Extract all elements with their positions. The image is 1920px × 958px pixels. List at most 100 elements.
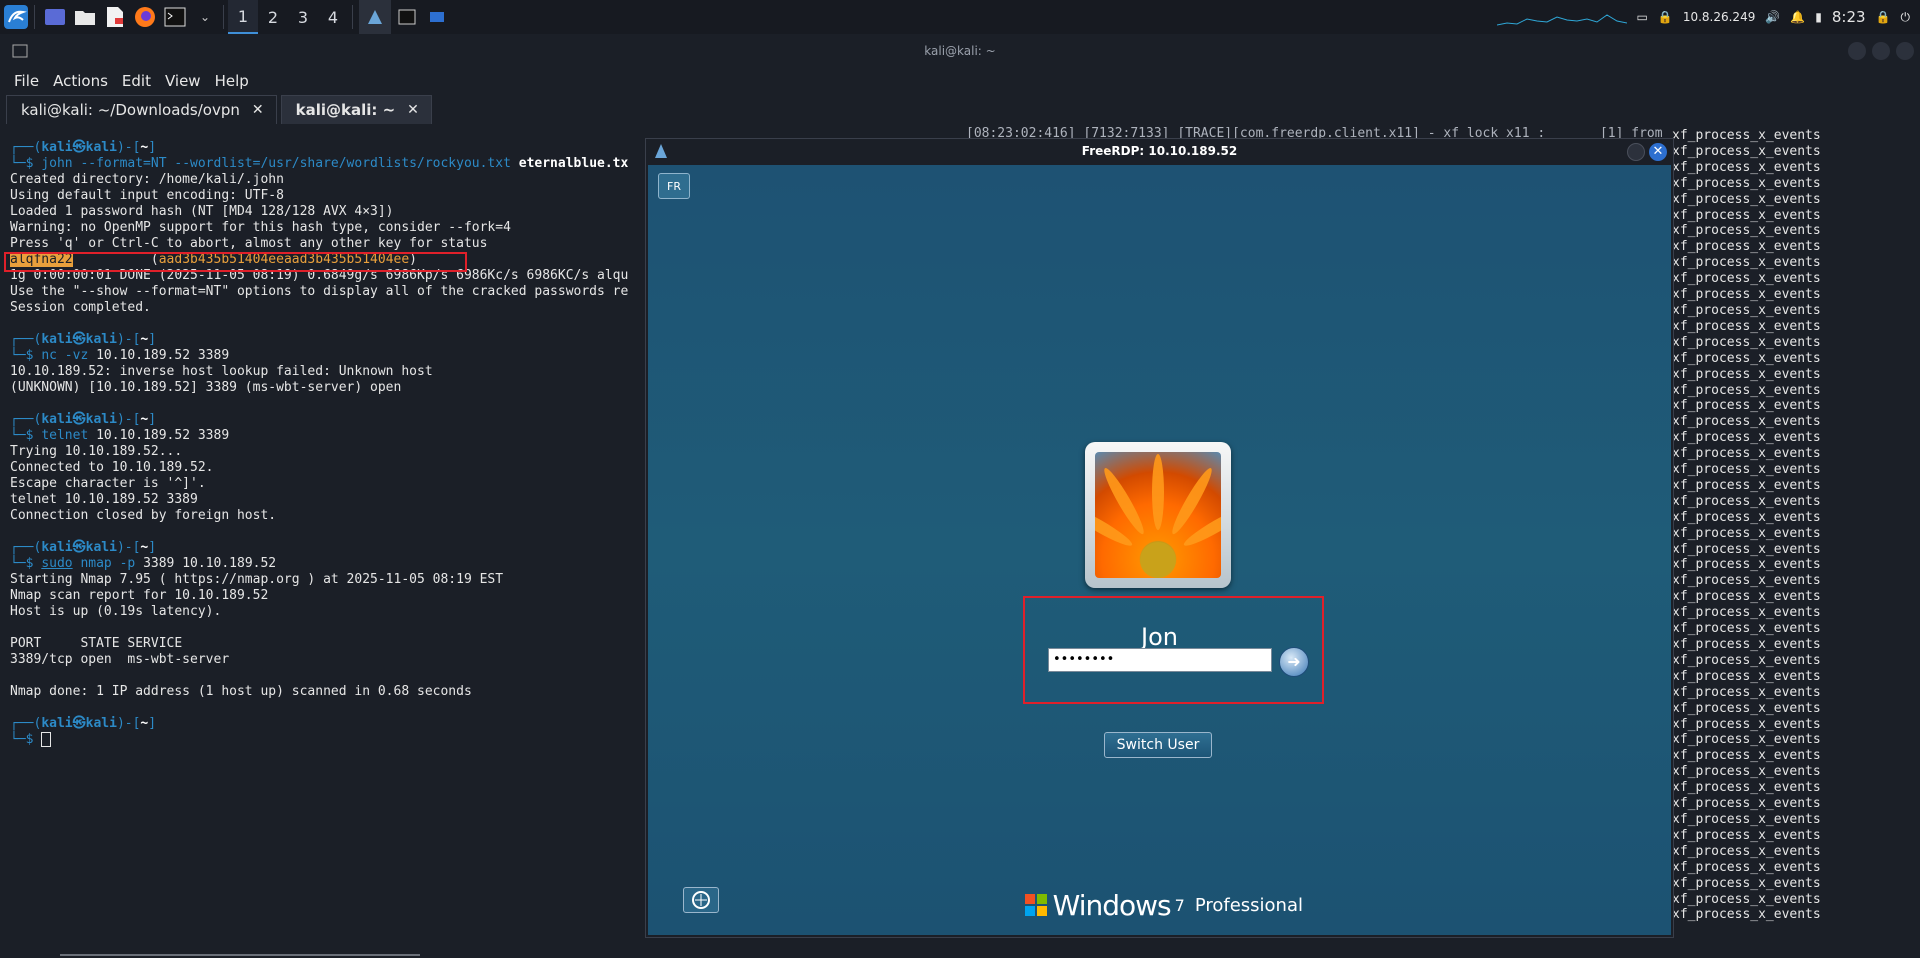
output-line: Nmap scan report for 10.10.189.52 — [10, 588, 269, 603]
event-log-line: xf_process_x_events — [1672, 350, 1821, 366]
freerdp-window: FreeRDP: 10.10.189.52 ✕ FR Jon •••••••• … — [645, 138, 1674, 938]
vpn-lock-icon[interactable]: 🔒 — [1658, 10, 1673, 24]
rdp-task-icon[interactable] — [423, 3, 451, 31]
tab-home[interactable]: kali@kali: ~ ✕ — [280, 95, 432, 124]
event-log-line: xf_process_x_events — [1672, 446, 1821, 462]
text-editor-icon[interactable] — [101, 3, 129, 31]
flower-picture — [1095, 452, 1221, 578]
lock-screen-icon[interactable]: 🔒 — [1876, 10, 1891, 24]
workspace-3[interactable]: 3 — [288, 0, 318, 34]
output-line: Session completed. — [10, 300, 151, 315]
ease-of-access-icon[interactable] — [683, 887, 719, 913]
user-avatar — [1085, 442, 1231, 588]
terminal-task-icon[interactable] — [393, 3, 421, 31]
prompt-dollar: └─$ — [10, 348, 42, 363]
tab-ovpn[interactable]: kali@kali: ~/Downloads/ovpn ✕ — [6, 95, 277, 124]
event-log-line: xf_process_x_events — [1672, 287, 1821, 303]
command-text: nc -vz — [41, 348, 97, 363]
freerdp-task-icon[interactable] — [359, 0, 391, 34]
switch-user-button[interactable]: Switch User — [1104, 732, 1212, 758]
event-log-line: xf_process_x_events — [1672, 907, 1821, 923]
menu-bar: File Actions Edit View Help — [0, 68, 1920, 94]
event-log: xf_process_x_events xf_process_x_events xf… — [1672, 128, 1821, 923]
remote-desktop[interactable]: FR Jon •••••••• ➜ Switch User Windows 7 … — [648, 165, 1671, 935]
terminal-icon[interactable] — [161, 3, 189, 31]
event-log-line: xf_process_x_events — [1672, 255, 1821, 271]
output-line: Press 'q' or Ctrl-C to abort, almost any… — [10, 236, 488, 251]
desktop-icon[interactable] — [41, 3, 69, 31]
event-log-line: xf_process_x_events — [1672, 398, 1821, 414]
workspace-4[interactable]: 4 — [318, 0, 348, 34]
menu-actions[interactable]: Actions — [47, 72, 116, 90]
event-log-line: xf_process_x_events — [1672, 191, 1821, 207]
close-button[interactable] — [1896, 42, 1914, 60]
file-manager-icon[interactable] — [71, 3, 99, 31]
menu-edit[interactable]: Edit — [116, 72, 159, 90]
prompt-frame: )-[ — [116, 332, 141, 347]
menu-view[interactable]: View — [159, 72, 209, 90]
freerdp-titlebar[interactable]: FreeRDP: 10.10.189.52 ✕ — [646, 139, 1673, 163]
power-icon[interactable]: ⏻ — [1901, 10, 1911, 25]
prompt-frame: ] — [148, 140, 157, 155]
battery-icon[interactable]: ▮ — [1815, 10, 1822, 24]
minimize-button[interactable] — [1848, 42, 1866, 60]
prompt-user: kali㉿kali — [41, 332, 117, 347]
prompt-frame: ] — [148, 332, 157, 347]
event-log-line: xf_process_x_events — [1672, 700, 1821, 716]
monitor-icon[interactable]: ▭ — [1637, 10, 1648, 24]
output-line: 3389/tcp open ms-wbt-server — [10, 652, 230, 667]
prompt-frame: )-[ — [116, 716, 141, 731]
prompt-frame: ┌──( — [10, 412, 42, 427]
windows-wordmark: Windows — [1052, 888, 1172, 922]
event-log-line: xf_process_x_events — [1672, 143, 1821, 159]
maximize-button[interactable] — [1872, 42, 1890, 60]
prompt-user: kali㉿kali — [41, 716, 117, 731]
command-sudo: sudo — [41, 556, 73, 571]
event-log-line: xf_process_x_events — [1672, 859, 1821, 875]
minimize-button[interactable] — [1627, 143, 1645, 161]
command-args: 10.10.189.52 3389 — [96, 428, 230, 443]
event-log-line: xf_process_x_events — [1672, 811, 1821, 827]
terminal-title: kali@kali: ~ — [924, 44, 996, 58]
output-line: Use the "--show --format=NT" options to … — [10, 284, 629, 299]
workspace-2[interactable]: 2 — [258, 0, 288, 34]
keyboard-layout-indicator[interactable]: FR — [658, 173, 690, 199]
terminal-window-icon — [12, 44, 28, 61]
output-line: (UNKNOWN) [10.10.189.52] 3389 (ms-wbt-se… — [10, 380, 402, 395]
event-log-line: xf_process_x_events — [1672, 239, 1821, 255]
firefox-icon[interactable] — [131, 3, 159, 31]
prompt-frame: )-[ — [116, 140, 141, 155]
close-tab-icon[interactable]: ✕ — [407, 102, 419, 118]
command-text: nmap -p — [72, 556, 144, 571]
workspace-1[interactable]: 1 — [228, 0, 258, 34]
event-log-line: xf_process_x_events — [1672, 827, 1821, 843]
prompt-frame: ┌──( — [10, 140, 42, 155]
event-log-line: xf_process_x_events — [1672, 605, 1821, 621]
prompt-dollar: └─$ — [10, 428, 42, 443]
notification-bell-icon[interactable]: 🔔 — [1790, 10, 1805, 24]
scroll-indicator — [60, 954, 420, 956]
network-graph-icon — [1496, 14, 1627, 26]
menu-help[interactable]: Help — [209, 72, 257, 90]
event-log-line: xf_process_x_events — [1672, 175, 1821, 191]
clock[interactable]: 8:23 — [1832, 8, 1866, 26]
close-button[interactable]: ✕ — [1649, 143, 1667, 161]
freerdp-title: FreeRDP: 10.10.189.52 — [1081, 144, 1238, 158]
event-log-line: xf_process_x_events — [1672, 875, 1821, 891]
command-text: telnet — [41, 428, 97, 443]
output-line: Using default input encoding: UTF-8 — [10, 188, 284, 203]
prompt-frame: ┌──( — [10, 540, 42, 555]
output-line: PORT STATE SERVICE — [10, 636, 183, 651]
menu-file[interactable]: File — [8, 72, 47, 90]
event-log-line: xf_process_x_events — [1672, 541, 1821, 557]
event-log-line: xf_process_x_events — [1672, 159, 1821, 175]
kali-menu-icon[interactable] — [2, 3, 30, 31]
volume-icon[interactable]: 🔊 — [1765, 10, 1780, 24]
close-tab-icon[interactable]: ✕ — [252, 102, 264, 118]
event-log-line: xf_process_x_events — [1672, 684, 1821, 700]
terminal-titlebar[interactable]: kali@kali: ~ — [0, 34, 1920, 68]
event-log-line: xf_process_x_events — [1672, 843, 1821, 859]
vpn-ip[interactable]: 10.8.26.249 — [1683, 10, 1756, 24]
cursor — [41, 732, 52, 747]
chevron-down-icon[interactable]: ⌄ — [191, 3, 219, 31]
